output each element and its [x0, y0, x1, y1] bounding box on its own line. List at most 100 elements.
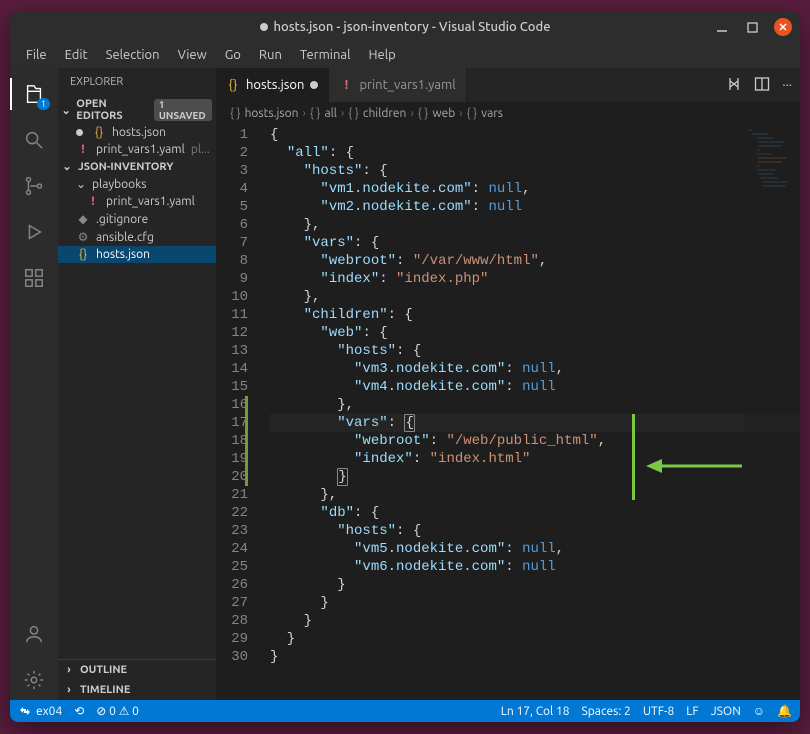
code-line[interactable]: "children": {: [270, 306, 800, 324]
code-line[interactable]: }: [270, 468, 800, 486]
editor-tabs: {}hosts.json!print_vars1.yaml ···: [216, 68, 800, 102]
breadcrumb[interactable]: { }hosts.json›{ }all›{ }children›{ }web›…: [216, 102, 800, 124]
code-line[interactable]: "index": "index.php": [270, 270, 800, 288]
outline-section[interactable]: › OUTLINE: [58, 660, 216, 680]
titlebar: hosts.json - json-inventory - Visual Stu…: [10, 12, 800, 42]
file-item[interactable]: !print_vars1.yaml: [58, 193, 216, 210]
code-line[interactable]: },: [270, 486, 800, 504]
open-editors-header[interactable]: ⌄ OPEN EDITORS 1 UNSAVED: [58, 96, 216, 124]
editor-tab[interactable]: {}hosts.json: [216, 68, 329, 102]
menu-help[interactable]: Help: [360, 46, 403, 64]
minimize-button[interactable]: [714, 19, 730, 35]
menu-run[interactable]: Run: [251, 46, 290, 64]
open-editor-item[interactable]: !print_vars1.yaml pl...: [58, 141, 216, 158]
code-line[interactable]: },: [270, 288, 800, 306]
breadcrumb-segment[interactable]: { }hosts.json: [230, 107, 299, 120]
maximize-button[interactable]: [744, 19, 760, 35]
menu-view[interactable]: View: [170, 46, 215, 64]
timeline-section[interactable]: › TIMELINE: [58, 680, 216, 700]
breadcrumb-separator-icon: ›: [459, 107, 462, 120]
open-editor-item[interactable]: {}hosts.json: [58, 124, 216, 141]
breadcrumb-segment[interactable]: { }all: [310, 107, 337, 120]
line-number: 25: [216, 558, 248, 576]
notifications-bell-icon[interactable]: 🔔: [777, 704, 792, 718]
accounts-icon[interactable]: [10, 614, 58, 654]
code-line[interactable]: "db": {: [270, 504, 800, 522]
line-number: 12: [216, 324, 248, 342]
code-line[interactable]: }: [270, 594, 800, 612]
source-control-icon[interactable]: [10, 166, 58, 206]
split-editor-icon[interactable]: [754, 76, 770, 95]
more-actions-icon[interactable]: ···: [782, 78, 792, 92]
code-line[interactable]: "hosts": {: [270, 522, 800, 540]
code-line[interactable]: },: [270, 396, 800, 414]
dirty-indicator-title-icon: [260, 23, 268, 31]
code-line[interactable]: "vm3.nodekite.com": null,: [270, 360, 800, 378]
code-line[interactable]: "all": {: [270, 144, 800, 162]
code-line[interactable]: "vm2.nodekite.com": null: [270, 198, 800, 216]
debug-icon[interactable]: [10, 212, 58, 252]
file-item[interactable]: ⚙ansible.cfg: [58, 228, 216, 246]
code-line[interactable]: "vars": {: [270, 234, 800, 252]
code-line[interactable]: "web": {: [270, 324, 800, 342]
line-number: 22: [216, 504, 248, 522]
line-number: 3: [216, 162, 248, 180]
close-button[interactable]: [774, 18, 792, 36]
folder-item[interactable]: ⌄playbooks: [58, 175, 216, 193]
code-line[interactable]: "vm5.nodekite.com": null,: [270, 540, 800, 558]
extensions-icon[interactable]: [10, 258, 58, 298]
code-line[interactable]: "hosts": {: [270, 162, 800, 180]
file-type-icon: {}: [76, 248, 90, 261]
code-line[interactable]: "hosts": {: [270, 342, 800, 360]
file-type-icon: ⚙: [76, 230, 90, 244]
feedback-icon[interactable]: ☺: [753, 704, 765, 718]
json-scope-icon: { }: [467, 107, 478, 120]
code-line[interactable]: }: [270, 576, 800, 594]
compare-changes-icon[interactable]: [726, 76, 742, 95]
vscode-window: hosts.json - json-inventory - Visual Stu…: [10, 12, 800, 722]
remote-indicator[interactable]: ex04: [18, 704, 62, 718]
menu-selection[interactable]: Selection: [98, 46, 168, 64]
file-item[interactable]: {}hosts.json: [58, 246, 216, 263]
breadcrumb-segment[interactable]: { }children: [348, 107, 406, 120]
code-line[interactable]: }: [270, 630, 800, 648]
sync-button[interactable]: ⟲: [74, 704, 84, 718]
explorer-icon[interactable]: 1: [10, 74, 58, 114]
menu-terminal[interactable]: Terminal: [292, 46, 359, 64]
editor-tab[interactable]: !print_vars1.yaml: [329, 68, 466, 102]
indentation[interactable]: Spaces: 2: [582, 704, 631, 718]
code-line[interactable]: {: [270, 126, 800, 144]
language-mode[interactable]: JSON: [711, 704, 741, 718]
search-icon[interactable]: [10, 120, 58, 160]
breadcrumb-segment[interactable]: { }vars: [467, 107, 503, 120]
code-line[interactable]: "webroot": "/var/www/html",: [270, 252, 800, 270]
code-line[interactable]: "vm6.nodekite.com": null: [270, 558, 800, 576]
code-line[interactable]: "index": "index.html": [270, 450, 800, 468]
file-item[interactable]: ◆.gitignore: [58, 210, 216, 228]
line-number-gutter: 1234567891011121314151617181920212223242…: [216, 124, 262, 700]
gutter-modified-icon: [245, 450, 248, 468]
code-line[interactable]: },: [270, 216, 800, 234]
menu-file[interactable]: File: [18, 46, 55, 64]
problems-indicator[interactable]: ⊘ 0 ⚠ 0: [96, 704, 139, 718]
eol[interactable]: LF: [686, 704, 698, 718]
code-line[interactable]: }: [270, 612, 800, 630]
line-number: 5: [216, 198, 248, 216]
code-line[interactable]: "vm1.nodekite.com": null,: [270, 180, 800, 198]
settings-gear-icon[interactable]: [10, 660, 58, 700]
menu-edit[interactable]: Edit: [57, 46, 96, 64]
code-line[interactable]: "vars": {: [270, 414, 800, 432]
code-content[interactable]: { "all": { "hosts": { "vm1.nodekite.com"…: [262, 124, 800, 700]
line-number: 9: [216, 270, 248, 288]
cursor-position[interactable]: Ln 17, Col 18: [501, 704, 570, 718]
line-number: 1: [216, 126, 248, 144]
workspace-header[interactable]: ⌄ JSON-INVENTORY: [58, 158, 216, 175]
encoding[interactable]: UTF-8: [643, 704, 674, 718]
code-line[interactable]: }: [270, 648, 800, 666]
line-number: 16: [216, 396, 248, 414]
code-line[interactable]: "webroot": "/web/public_html",: [270, 432, 800, 450]
menu-go[interactable]: Go: [217, 46, 249, 64]
code-editor[interactable]: 1234567891011121314151617181920212223242…: [216, 124, 800, 700]
breadcrumb-segment[interactable]: { }web: [418, 107, 456, 120]
code-line[interactable]: "vm4.nodekite.com": null: [270, 378, 800, 396]
